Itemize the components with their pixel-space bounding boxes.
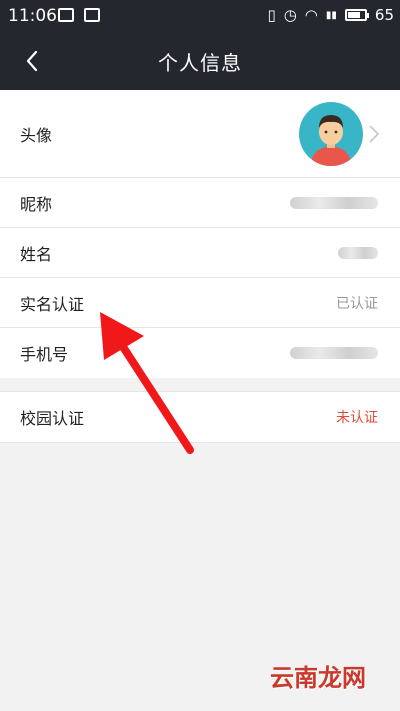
blurred-value [290,347,378,359]
status-icons: ▯ ◷ ◠ ▮▮ 65 [267,6,394,24]
blurred-value [290,196,378,209]
row-avatar[interactable]: 头像 [0,90,400,178]
status-bar: 11:06 ▯ ◷ ◠ ▮▮ 65 [0,0,400,32]
avatar [299,102,363,166]
battery-level: 65 [374,6,394,24]
nav-bar: 个人信息 [0,32,400,90]
row-label: 昵称 [20,194,53,214]
verification-status: 已认证 [336,295,378,312]
row-label: 头像 [20,125,53,145]
chevron-right-icon [369,125,380,143]
row-nickname[interactable]: 昵称 [0,178,400,228]
status-time: 11:06 [8,6,57,26]
row-label: 校园认证 [20,409,85,428]
blurred-value [338,246,378,259]
watermark: 云南龙网 [270,664,366,692]
alarm-icon: ◷ [283,6,297,24]
row-label: 手机号 [20,345,69,364]
battery-icon [344,9,369,21]
row-label: 实名认证 [20,294,85,314]
wifi-icon: ◠ [304,6,318,24]
image-icon [58,8,74,22]
row-label: 姓名 [20,244,53,264]
signal-icon: ▮▮ [325,9,337,21]
row-name[interactable]: 姓名 [0,228,400,278]
campus-status: 未认证 [336,410,378,426]
notification-icon [84,8,100,22]
annotation-arrow-icon [100,312,194,454]
vibrate-icon: ▯ [267,6,276,24]
page-title: 个人信息 [158,51,242,75]
